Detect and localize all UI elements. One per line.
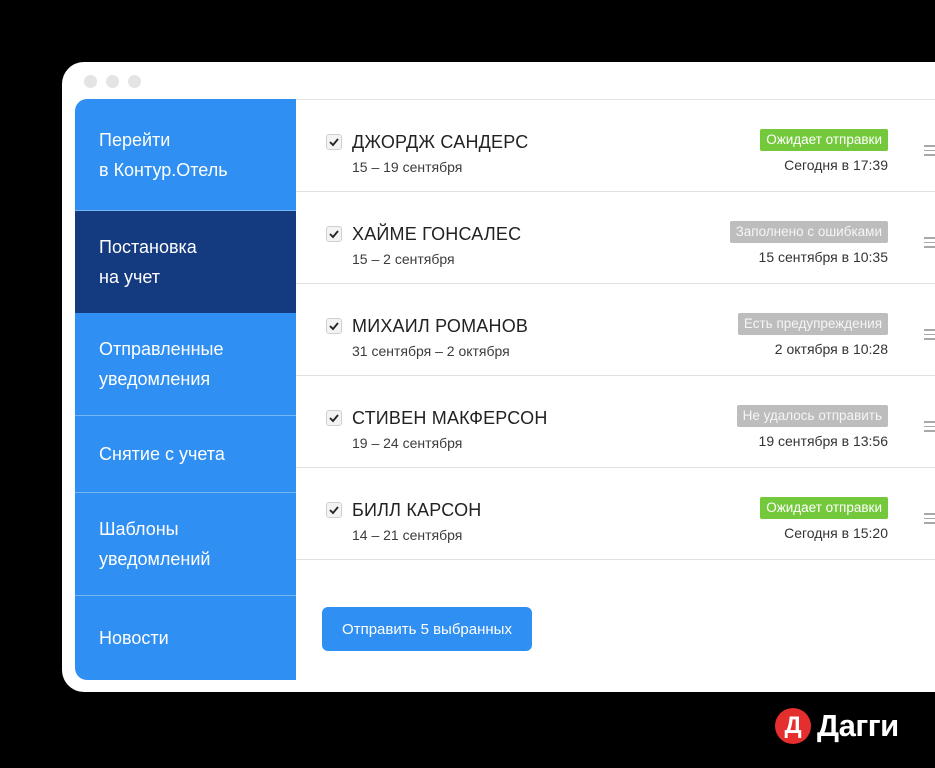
- sidebar-item-label-line: Постановка: [99, 236, 197, 257]
- logo-mark: Д: [775, 708, 811, 744]
- sidebar-item-news[interactable]: Новости: [75, 596, 296, 680]
- sidebar-item-label: Снятие с учета: [99, 444, 225, 464]
- status-time: Сегодня в 17:39: [784, 157, 888, 173]
- sidebar-item-label-line: Шаблоны: [99, 519, 179, 539]
- guest-checkbox[interactable]: [326, 134, 342, 150]
- guest-checkbox[interactable]: [326, 318, 342, 334]
- sidebar-item-label: Новости: [99, 628, 169, 648]
- window-dot-icon[interactable]: [128, 75, 141, 88]
- drag-handle-icon[interactable]: [924, 329, 935, 343]
- status-time: 19 сентября в 13:56: [758, 433, 888, 449]
- status-badge: Не удалось отправить: [736, 405, 888, 427]
- status-time: 15 сентября в 10:35: [758, 249, 888, 265]
- guest-name: БИЛЛ КАРСОН: [352, 500, 482, 520]
- guest-name: ХАЙМЕ ГОНСАЛЕС: [352, 224, 522, 244]
- guest-dates: 31 сентября – 2 октября: [352, 343, 510, 359]
- sidebar-item-label: Шаблоны уведомлений: [99, 514, 210, 574]
- sidebar-item-label: Постановка на учет: [99, 232, 197, 292]
- app-window: Перейти в Контур.Отель Постановка на уче…: [62, 62, 935, 692]
- checkmark-icon: [329, 322, 339, 331]
- guest-row: СТИВЕН МАКФЕРСОН 19 – 24 сентября Не уда…: [296, 376, 935, 468]
- checkmark-icon: [329, 230, 339, 239]
- sidebar-item-registration[interactable]: Постановка на учет: [75, 211, 296, 313]
- logo-text: Дагги: [817, 708, 899, 743]
- drag-handle-icon[interactable]: [924, 421, 935, 435]
- sidebar-item-notification-templates[interactable]: Шаблоны уведомлений: [75, 493, 296, 596]
- drag-handle-icon[interactable]: [924, 145, 935, 159]
- guest-row: МИХАИЛ РОМАНОВ 31 сентября – 2 октября Е…: [296, 284, 935, 376]
- status-badge: Заполнено с ошибками: [729, 221, 888, 243]
- status-badge: Ожидает отправки: [760, 129, 888, 151]
- status-badge: Ожидает отправки: [760, 497, 888, 519]
- guest-dates: 15 – 2 сентября: [352, 251, 455, 267]
- sidebar-item-label-line: на учет: [99, 266, 160, 287]
- status-time: 2 октября в 10:28: [774, 341, 888, 357]
- status-time: Сегодня в 15:20: [784, 525, 888, 541]
- guest-dates: 15 – 19 сентября: [352, 159, 463, 175]
- drag-handle-icon[interactable]: [924, 237, 935, 251]
- sidebar-item-deregistration[interactable]: Снятие с учета: [75, 416, 296, 493]
- sidebar-item-label-line: уведомлений: [99, 549, 211, 569]
- guest-name: ДЖОРДЖ САНДЕРС: [352, 132, 529, 152]
- guest-dates: 19 – 24 сентября: [352, 435, 463, 451]
- guest-list-panel: ДЖОРДЖ САНДЕРС 15 – 19 сентября Ожидает …: [296, 99, 935, 680]
- status-badge: Есть предупреждения: [737, 313, 888, 335]
- sidebar-item-sent-notifications[interactable]: Отправленные уведомления: [75, 313, 296, 416]
- guest-name: МИХАИЛ РОМАНОВ: [352, 316, 529, 336]
- guest-row: БИЛЛ КАРСОН 14 – 21 сентября Ожидает отп…: [296, 468, 935, 560]
- window-dot-icon[interactable]: [84, 75, 97, 88]
- guest-row: ДЖОРДЖ САНДЕРС 15 – 19 сентября Ожидает …: [296, 100, 935, 192]
- guest-checkbox[interactable]: [326, 502, 342, 518]
- window-dot-icon[interactable]: [106, 75, 119, 88]
- checkmark-icon: [329, 506, 339, 515]
- app-content: Перейти в Контур.Отель Постановка на уче…: [75, 99, 935, 680]
- sidebar-item-label-line: Отправленные: [99, 339, 224, 359]
- checkmark-icon: [329, 414, 339, 423]
- guest-name: СТИВЕН МАКФЕРСОН: [352, 408, 548, 428]
- send-selected-button[interactable]: Отправить 5 выбранных: [322, 607, 532, 651]
- sidebar-item-goto-kontur-hotel[interactable]: Перейти в Контур.Отель: [75, 99, 296, 211]
- window-controls: [84, 75, 141, 88]
- sidebar-item-label-line: в Контур.Отель: [99, 159, 228, 180]
- checkmark-icon: [329, 138, 339, 147]
- sidebar-item-label-line: Перейти: [99, 129, 171, 150]
- brand-logo: Д Дагги: [775, 708, 899, 744]
- drag-handle-icon[interactable]: [924, 513, 935, 527]
- sidebar: Перейти в Контур.Отель Постановка на уче…: [75, 99, 296, 680]
- guest-checkbox[interactable]: [326, 226, 342, 242]
- sidebar-item-label-line: уведомления: [99, 369, 211, 389]
- sidebar-item-label: Перейти в Контур.Отель: [99, 125, 228, 185]
- guest-row: ХАЙМЕ ГОНСАЛЕС 15 – 2 сентября Заполнено…: [296, 192, 935, 284]
- sidebar-item-label: Отправленные уведомления: [99, 334, 224, 394]
- guest-dates: 14 – 21 сентября: [352, 527, 463, 543]
- guest-checkbox[interactable]: [326, 410, 342, 426]
